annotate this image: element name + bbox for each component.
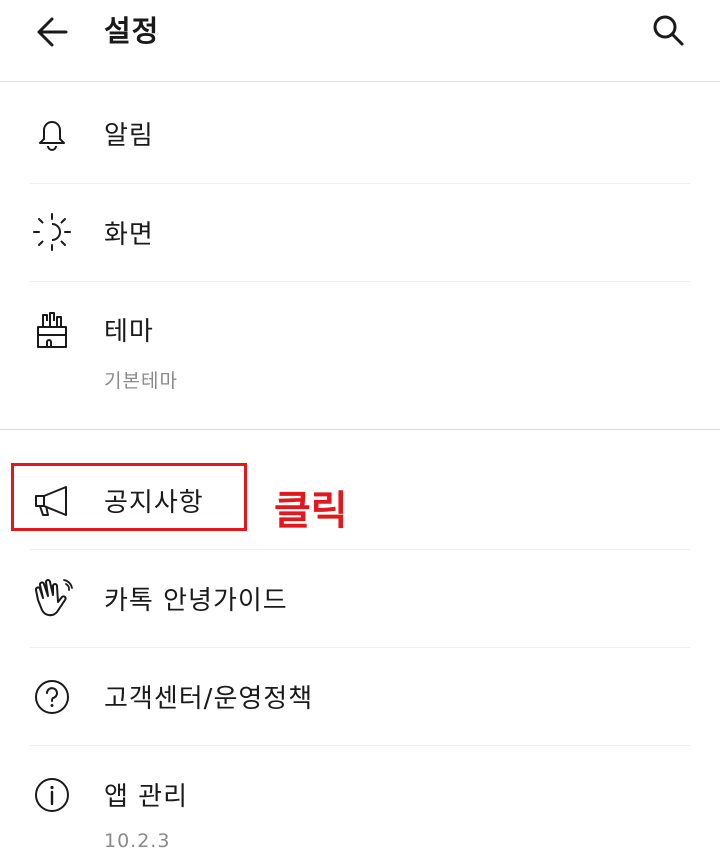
arrow-left-icon [37,17,68,47]
menu-item-app-management[interactable]: 앱 관리 10.2.3 [0,746,720,863]
menu-item-guide[interactable]: 카톡 안녕가이드 [0,550,720,648]
help-circle-icon [30,675,74,719]
page-title: 설정 [104,14,160,48]
waving-hand-icon [30,576,74,620]
search-button[interactable] [644,8,692,52]
menu-item-label: 고객센터/운영정책 [104,684,314,714]
search-icon [653,15,684,46]
menu-item-display[interactable]: 화면 [0,184,720,282]
info-icon [30,773,74,817]
menu-item-label: 테마 [104,317,154,347]
menu-item-label: 앱 관리 [104,782,189,812]
paintbrush-icon [30,309,74,353]
menu-item-label: 카톡 안녕가이드 [104,586,288,616]
section-divider [0,429,720,430]
bell-icon [30,112,74,156]
menu-item-theme[interactable]: 테마 기본테마 [0,282,720,428]
app-version: 10.2.3 [104,830,171,852]
menu-item-label: 화면 [104,220,154,250]
brightness-icon [30,210,74,254]
app-bar: 설정 [0,0,720,82]
menu-item-label: 알림 [104,121,154,151]
highlight-box [11,463,247,531]
menu-item-notifications[interactable]: 알림 [0,84,720,184]
click-annotation: 클릭 [274,488,348,534]
menu-item-customer-service[interactable]: 고객센터/운영정책 [0,648,720,746]
menu-item-sublabel: 기본테마 [104,370,178,392]
back-button[interactable] [30,12,74,52]
